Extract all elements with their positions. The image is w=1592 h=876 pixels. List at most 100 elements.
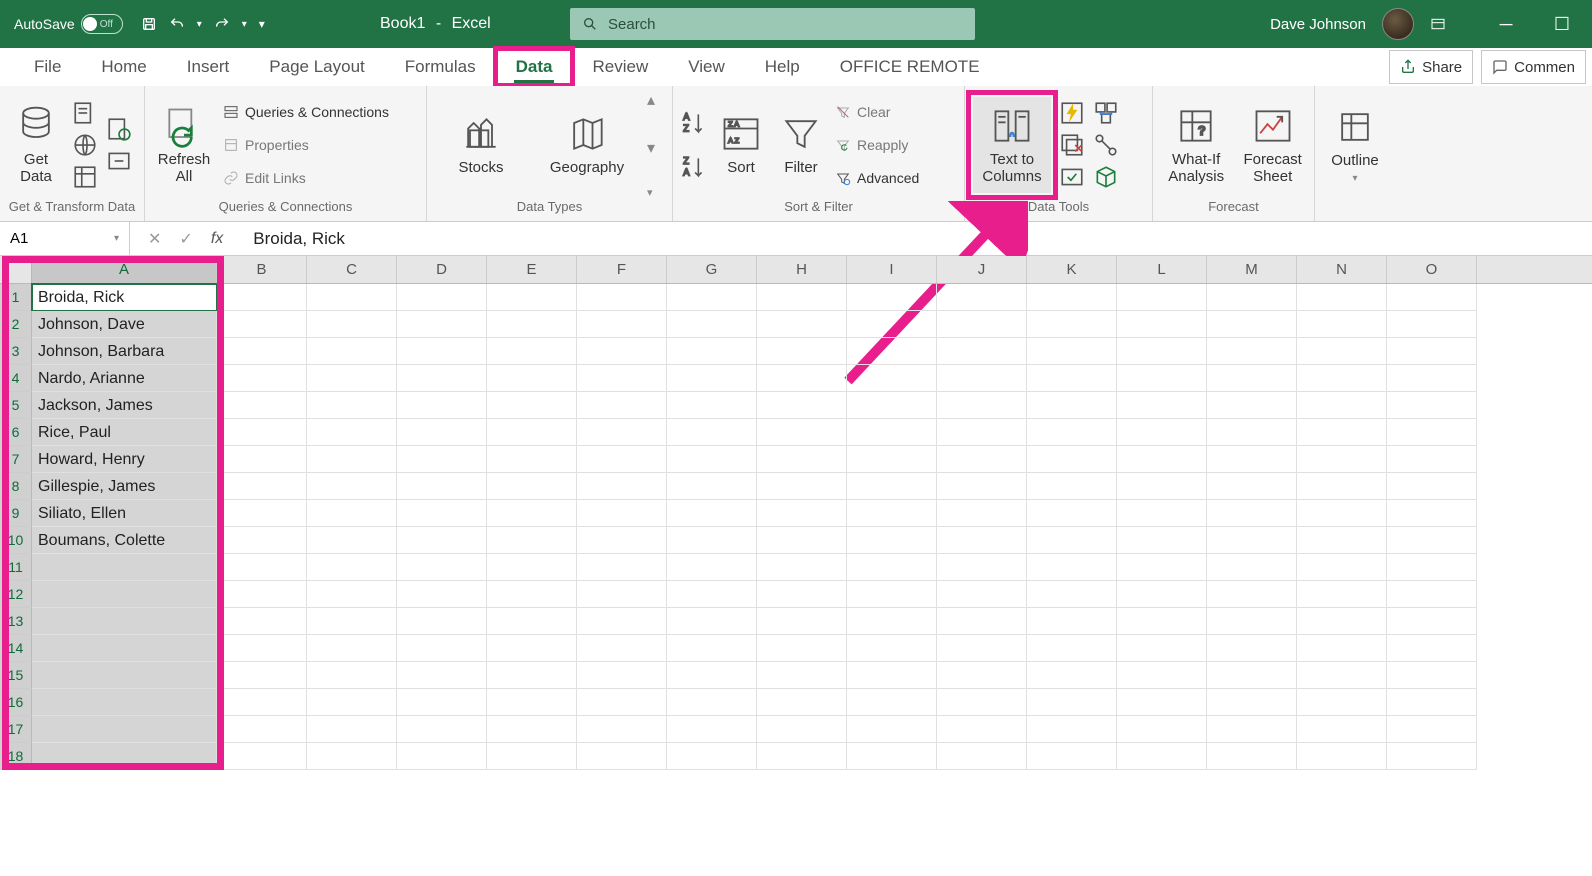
cell[interactable] <box>577 419 667 446</box>
cell[interactable] <box>1207 365 1297 392</box>
cell[interactable] <box>397 311 487 338</box>
relationships-icon[interactable] <box>1093 132 1119 158</box>
row-header[interactable]: 8 <box>0 473 32 500</box>
cell[interactable] <box>487 284 577 311</box>
chevron-down-icon[interactable]: ▾ <box>197 19 202 30</box>
recent-sources-icon[interactable] <box>106 116 132 142</box>
cell[interactable] <box>397 527 487 554</box>
row-header[interactable]: 13 <box>0 608 32 635</box>
cell[interactable] <box>1117 392 1207 419</box>
cell[interactable] <box>217 392 307 419</box>
tab-help[interactable]: Help <box>745 49 820 85</box>
cell[interactable] <box>937 662 1027 689</box>
cell[interactable] <box>577 743 667 770</box>
cell[interactable] <box>1117 608 1207 635</box>
cell[interactable] <box>937 716 1027 743</box>
save-icon[interactable] <box>141 16 157 32</box>
cell[interactable] <box>1207 527 1297 554</box>
cell[interactable] <box>1297 392 1387 419</box>
cell[interactable] <box>397 500 487 527</box>
data-validation-icon[interactable] <box>1059 164 1085 190</box>
cell[interactable] <box>577 635 667 662</box>
cell[interactable] <box>32 635 217 662</box>
row-header[interactable]: 4 <box>0 365 32 392</box>
cell[interactable] <box>1117 284 1207 311</box>
cell[interactable] <box>487 716 577 743</box>
cell[interactable] <box>1027 473 1117 500</box>
cell[interactable] <box>937 446 1027 473</box>
cell[interactable] <box>1387 743 1477 770</box>
row-header[interactable]: 5 <box>0 392 32 419</box>
cell[interactable] <box>1117 743 1207 770</box>
cell[interactable]: Boumans, Colette <box>32 527 217 554</box>
cell[interactable] <box>217 554 307 581</box>
cell[interactable] <box>1297 527 1387 554</box>
cell[interactable] <box>1297 284 1387 311</box>
cell[interactable] <box>1297 500 1387 527</box>
cell[interactable] <box>1207 689 1297 716</box>
cell[interactable] <box>217 635 307 662</box>
row-header[interactable]: 12 <box>0 581 32 608</box>
cell[interactable] <box>307 527 397 554</box>
cell[interactable] <box>757 311 847 338</box>
cell[interactable] <box>1027 716 1117 743</box>
cell[interactable] <box>1387 635 1477 662</box>
cell[interactable] <box>1117 419 1207 446</box>
cell[interactable] <box>1387 311 1477 338</box>
cell[interactable] <box>397 662 487 689</box>
cell[interactable] <box>397 716 487 743</box>
cell[interactable] <box>1387 392 1477 419</box>
from-text-icon[interactable] <box>72 100 98 126</box>
get-data-button[interactable]: Get Data <box>8 97 64 193</box>
cell[interactable] <box>1027 635 1117 662</box>
cell[interactable] <box>1027 581 1117 608</box>
cell[interactable] <box>1207 554 1297 581</box>
cell[interactable] <box>307 716 397 743</box>
autosave-toggle[interactable]: AutoSave Off <box>14 14 123 34</box>
cell[interactable] <box>1027 527 1117 554</box>
cell[interactable] <box>1117 311 1207 338</box>
from-table-icon[interactable] <box>72 164 98 190</box>
col-header-J[interactable]: J <box>937 256 1027 283</box>
cell[interactable] <box>757 635 847 662</box>
cell[interactable] <box>757 365 847 392</box>
cell[interactable] <box>1387 419 1477 446</box>
cell[interactable] <box>1297 554 1387 581</box>
cell[interactable] <box>757 743 847 770</box>
cell[interactable] <box>577 365 667 392</box>
queries-connections-button[interactable]: Queries & Connections <box>223 98 389 125</box>
cell[interactable]: Johnson, Dave <box>32 311 217 338</box>
name-box[interactable]: A1 ▾ <box>0 222 130 255</box>
cell[interactable] <box>1297 689 1387 716</box>
cell[interactable] <box>1297 743 1387 770</box>
cell[interactable] <box>1207 581 1297 608</box>
forecast-sheet-button[interactable]: Forecast Sheet <box>1239 97 1306 193</box>
cell[interactable] <box>1027 743 1117 770</box>
cell[interactable] <box>487 419 577 446</box>
tab-office-remote[interactable]: OFFICE REMOTE <box>820 49 1000 85</box>
cell[interactable] <box>217 500 307 527</box>
col-header-A[interactable]: A <box>32 256 217 283</box>
cell[interactable] <box>217 662 307 689</box>
cell[interactable] <box>1117 554 1207 581</box>
cell[interactable] <box>1027 500 1117 527</box>
cell[interactable] <box>577 608 667 635</box>
cell[interactable] <box>847 392 937 419</box>
cell[interactable] <box>1117 581 1207 608</box>
cell[interactable] <box>847 446 937 473</box>
cell[interactable] <box>397 608 487 635</box>
cell[interactable] <box>937 527 1027 554</box>
cell[interactable]: Broida, Rick <box>32 284 217 311</box>
cell[interactable] <box>757 500 847 527</box>
cell[interactable] <box>757 446 847 473</box>
cell[interactable] <box>757 419 847 446</box>
cell[interactable] <box>577 581 667 608</box>
cell[interactable] <box>1027 608 1117 635</box>
tab-page-layout[interactable]: Page Layout <box>249 49 384 85</box>
cell[interactable] <box>1207 311 1297 338</box>
cell[interactable] <box>847 581 937 608</box>
cell[interactable] <box>1027 662 1117 689</box>
cell[interactable]: Johnson, Barbara <box>32 338 217 365</box>
cell[interactable] <box>487 473 577 500</box>
sort-asc-icon[interactable]: AZ <box>681 110 707 136</box>
